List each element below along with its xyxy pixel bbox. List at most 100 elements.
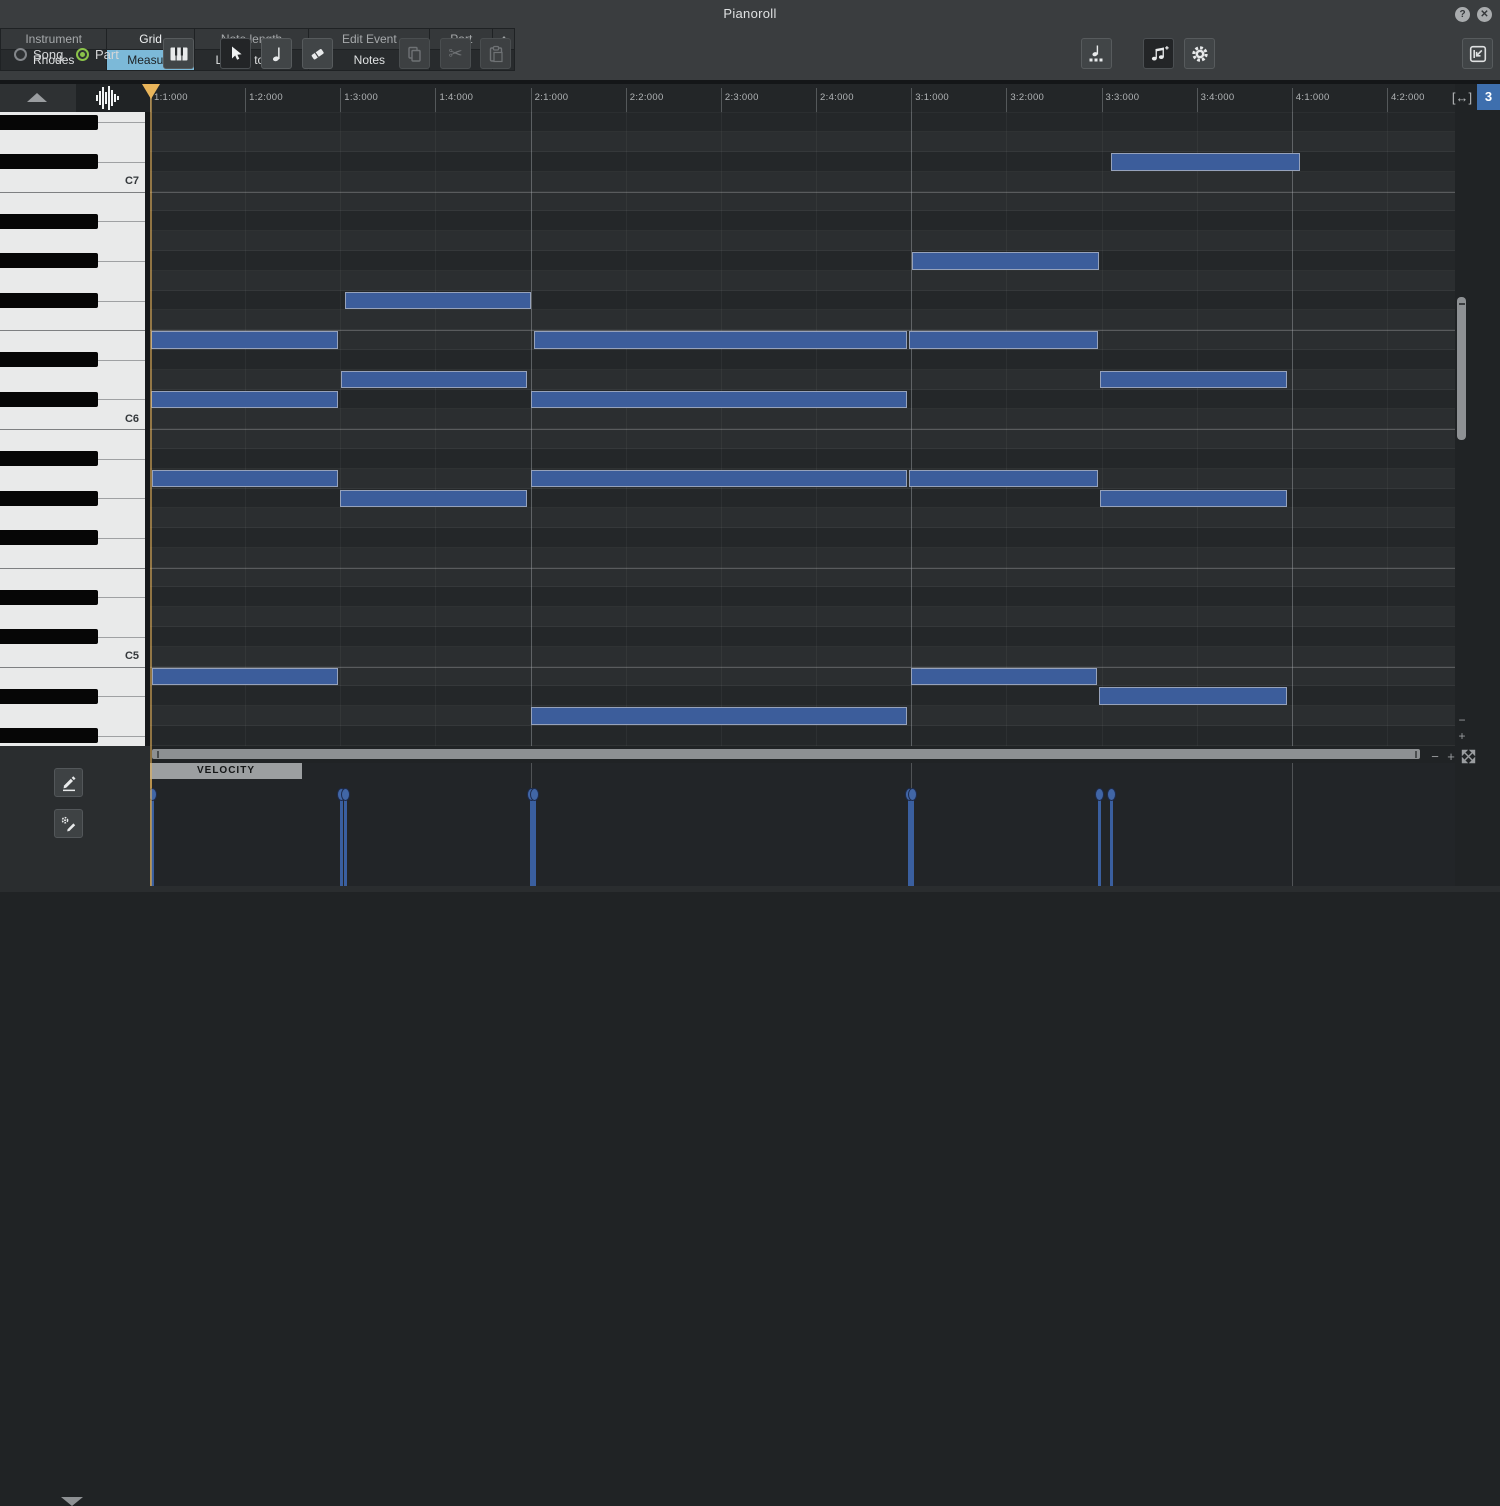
ruler-tick — [816, 88, 818, 112]
midi-note[interactable] — [1100, 489, 1287, 507]
scroll-down-button[interactable] — [61, 1497, 83, 1506]
close-icon[interactable]: ✕ — [1477, 7, 1492, 22]
velocity-stem[interactable] — [1109, 794, 1113, 886]
song-radio-circle[interactable] — [14, 47, 27, 61]
timeline-ruler[interactable]: 1:1:000 1:2:000 1:3:000 1:4:000 2:1:000 2:2:0… — [150, 84, 1455, 112]
grid-row — [150, 132, 1455, 153]
velocity-settings-tool-button[interactable] — [54, 809, 83, 838]
piano-key-black[interactable] — [0, 589, 98, 605]
midi-note[interactable] — [151, 331, 338, 349]
white-key-divider — [98, 498, 145, 500]
piano-key-black[interactable] — [0, 114, 98, 130]
ruler-beat-label: 3:2:000 — [1010, 92, 1045, 103]
midi-note[interactable] — [911, 667, 1097, 686]
midi-note[interactable] — [341, 370, 527, 389]
cut-button[interactable]: ✂ — [440, 38, 471, 69]
select-tool-button[interactable] — [220, 38, 251, 69]
midi-note[interactable] — [534, 331, 907, 349]
horizontal-zoom-out-button[interactable]: − — [1428, 750, 1442, 764]
piano-key-black[interactable] — [0, 451, 98, 467]
song-radio[interactable]: Song — [14, 46, 63, 62]
horizontal-scrollbar-left-grip — [157, 750, 159, 758]
ruler-beat-label: 2:2:000 — [629, 92, 664, 103]
midi-note[interactable] — [1100, 370, 1287, 389]
waveform-view-button[interactable] — [76, 84, 148, 112]
piano-key-black[interactable] — [0, 253, 98, 269]
piano-key-black[interactable] — [0, 391, 98, 407]
ruler-beat-label: 2:4:000 — [820, 92, 854, 103]
velocity-dot[interactable] — [1094, 787, 1104, 801]
vertical-zoom-out-button[interactable]: − — [1456, 714, 1468, 726]
velocity-dot[interactable] — [340, 787, 350, 801]
velocity-stem[interactable] — [1097, 794, 1101, 886]
grid-row — [150, 667, 1455, 687]
ruler-tick — [245, 88, 247, 112]
right-edge-strip — [1455, 112, 1500, 892]
velocity-stem[interactable] — [532, 794, 536, 886]
settings-button[interactable] — [1184, 38, 1215, 69]
note-grid[interactable] — [150, 112, 1455, 746]
midi-note[interactable] — [152, 469, 338, 488]
grid-row — [150, 647, 1455, 667]
horizontal-zoom-in-button[interactable]: + — [1444, 750, 1458, 764]
white-key-divider — [98, 161, 145, 163]
part-radio[interactable]: Part — [76, 46, 119, 62]
dock-panel-button[interactable] — [1462, 38, 1493, 69]
help-icon[interactable]: ? — [1455, 7, 1470, 22]
fit-zoom-icon[interactable]: [↔] — [1449, 88, 1475, 108]
midi-note[interactable] — [1111, 153, 1300, 171]
piano-key-black[interactable] — [0, 728, 98, 744]
velocity-stem[interactable] — [339, 794, 343, 886]
piano-key-black[interactable] — [0, 490, 98, 506]
keyboard-display-button[interactable] — [163, 38, 194, 69]
midi-note[interactable] — [1099, 687, 1287, 705]
velocity-lane-label[interactable]: VELOCITY — [150, 763, 302, 779]
vertical-zoom-in-button[interactable]: + — [1456, 730, 1468, 742]
piano-key-black[interactable] — [0, 213, 98, 229]
midi-note[interactable] — [151, 390, 338, 409]
grid-row — [150, 725, 1455, 746]
velocity-dot[interactable] — [907, 787, 917, 801]
expand-view-button[interactable] — [1460, 748, 1477, 765]
midi-note[interactable] — [152, 667, 338, 686]
copy-button[interactable] — [399, 38, 430, 69]
midi-note[interactable] — [531, 707, 907, 725]
midi-note[interactable] — [531, 469, 907, 488]
piano-key-black[interactable] — [0, 688, 98, 704]
velocity-draw-tool-button[interactable] — [54, 768, 83, 797]
velocity-dot[interactable] — [1106, 787, 1116, 801]
piano-key-black[interactable] — [0, 154, 98, 170]
vertical-scrollbar[interactable] — [1457, 297, 1466, 440]
midi-note[interactable] — [531, 390, 907, 409]
midi-note[interactable] — [909, 469, 1098, 488]
quantize-button[interactable] — [1081, 38, 1112, 69]
piano-keyboard[interactable]: C7 C6 C5 — [0, 112, 145, 746]
piano-key-black[interactable] — [0, 530, 98, 546]
part-radio-circle[interactable] — [76, 47, 89, 61]
piano-key-black[interactable] — [0, 629, 98, 645]
velocity-lane[interactable] — [150, 763, 1455, 886]
paste-button[interactable] — [480, 38, 511, 69]
grid-row — [150, 271, 1455, 291]
ruler-tick — [1196, 88, 1198, 112]
parts-badge[interactable]: 3 — [1477, 84, 1500, 110]
ruler-tick — [625, 88, 627, 112]
piano-key-black[interactable] — [0, 352, 98, 368]
horizontal-scrollbar[interactable] — [152, 749, 1420, 759]
velocity-stem[interactable] — [343, 794, 347, 886]
velocity-stem[interactable] — [910, 794, 914, 886]
scroll-up-button[interactable] — [27, 93, 47, 102]
draw-note-tool-button[interactable] — [261, 38, 292, 69]
add-note-mode-button[interactable] — [1143, 38, 1174, 69]
midi-note[interactable] — [345, 291, 531, 310]
midi-note[interactable] — [912, 252, 1099, 270]
eraser-tool-button[interactable] — [302, 38, 333, 69]
playhead-marker[interactable] — [142, 84, 160, 99]
white-key-divider — [98, 359, 145, 361]
piano-key-black[interactable] — [0, 292, 98, 308]
white-key-divider — [0, 429, 145, 431]
midi-note[interactable] — [909, 331, 1098, 349]
midi-note[interactable] — [340, 489, 527, 507]
velocity-dot[interactable] — [529, 787, 539, 801]
grid-row — [150, 528, 1455, 548]
